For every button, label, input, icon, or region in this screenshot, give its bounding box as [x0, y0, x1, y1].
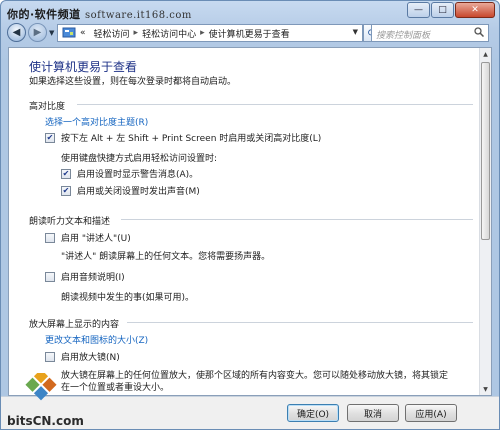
content-pane: 使计算机更易于查看 如果选择这些设置，则在每次登录时都将自动启动。 高对比度 选… — [8, 47, 492, 396]
control-panel-icon — [61, 26, 77, 40]
magnifier-checkbox[interactable] — [45, 351, 55, 362]
back-button[interactable]: ◀ — [7, 23, 26, 42]
ok-button[interactable]: 确定(O) — [287, 404, 339, 422]
breadcrumb-separator[interactable]: ▸ — [200, 28, 205, 38]
section-divider — [127, 322, 473, 323]
breadcrumb-ease-of-access-center[interactable]: 轻松访问中心 — [142, 27, 196, 40]
watermark-url: software.it168.com — [85, 10, 192, 21]
choose-high-contrast-theme-link[interactable]: 选择一个高对比度主题(R) — [45, 115, 148, 128]
warning-message-option[interactable]: ✔ 启用设置时显示警告消息(A)。 — [61, 167, 198, 180]
high-contrast-shortcut-checkbox[interactable]: ✔ — [45, 132, 55, 143]
audio-description-text: 朗读视频中发生的事(如果可用)。 — [61, 293, 195, 303]
magnifier-label[interactable]: 启用放大镜(N) — [61, 350, 120, 363]
shortcut-note: 使用键盘快捷方式启用轻松访问设置时: — [61, 154, 218, 164]
forward-button[interactable]: ▶ — [28, 23, 47, 42]
minimize-button[interactable]: — — [407, 2, 430, 18]
magnifier-description: 放大镜在屏幕上的任何位置放大，使那个区域的所有内容变大。您可以随处移动放大镜，将… — [61, 371, 449, 393]
sound-option[interactable]: ✔ 启用或关闭设置时发出声音(M) — [61, 184, 200, 197]
section-heading-magnify: 放大屏幕上显示的内容 — [29, 320, 120, 330]
warning-message-label[interactable]: 启用设置时显示警告消息(A)。 — [77, 167, 198, 180]
breadcrumb-current-page[interactable]: 使计算机更易于查看 — [209, 27, 290, 40]
page-description: 如果选择这些设置，则在每次登录时都将自动启动。 — [29, 77, 237, 87]
narrator-label[interactable]: 启用 "讲述人"(U) — [61, 231, 131, 244]
watermark: 你的·软件频道 software.it168.com — [7, 6, 192, 22]
sound-label[interactable]: 启用或关闭设置时发出声音(M) — [77, 184, 200, 197]
high-contrast-shortcut-option[interactable]: ✔ 按下左 Alt + 左 Shift + Print Screen 时启用或关… — [45, 131, 321, 144]
apply-button[interactable]: 应用(A) — [405, 404, 457, 422]
sound-checkbox[interactable]: ✔ — [61, 185, 71, 196]
section-heading-high-contrast: 高对比度 — [29, 102, 66, 112]
search-input[interactable]: 搜索控制面板 — [371, 24, 489, 42]
watermark-site: 你的·软件频道 — [7, 8, 81, 21]
address-prefix[interactable]: « — [80, 28, 86, 38]
section-divider — [77, 104, 473, 105]
warning-message-checkbox[interactable]: ✔ — [61, 168, 71, 179]
maximize-button[interactable]: □ — [431, 2, 454, 18]
caption-buttons: — □ ✕ — [406, 2, 495, 18]
navigation-bar: ◀ ▶ ▼ « 轻松访问 ▸ 轻松访问中心 ▸ 使计算机更易于查看 ▼ ⟳ 搜索… — [1, 23, 499, 43]
recent-pages-dropdown[interactable]: ▼ — [49, 29, 54, 37]
audio-description-checkbox[interactable] — [45, 271, 55, 282]
address-bar[interactable]: « 轻松访问 ▸ 轻松访问中心 ▸ 使计算机更易于查看 ▼ — [57, 24, 363, 42]
high-contrast-shortcut-label[interactable]: 按下左 Alt + 左 Shift + Print Screen 时启用或关闭高… — [61, 131, 321, 144]
section-heading-narrator: 朗读听力文本和描述 — [29, 217, 111, 227]
title-bar[interactable]: 你的·软件频道 software.it168.com — □ ✕ — [1, 1, 499, 23]
scrollbar-thumb[interactable] — [481, 62, 490, 240]
logo-text: bitsCN.com — [7, 414, 84, 428]
scroll-up-arrow[interactable]: ▲ — [480, 48, 491, 60]
magnifier-option[interactable]: 启用放大镜(N) — [45, 350, 120, 363]
search-placeholder: 搜索控制面板 — [376, 31, 431, 41]
breadcrumb-ease-of-access[interactable]: 轻松访问 — [94, 27, 130, 40]
page-title: 使计算机更易于查看 — [29, 60, 138, 74]
cancel-button[interactable]: 取消 — [347, 404, 399, 422]
breadcrumb-separator[interactable]: ▸ — [134, 28, 139, 38]
close-button[interactable]: ✕ — [455, 2, 495, 18]
control-panel-window: 你的·软件频道 software.it168.com — □ ✕ ◀ ▶ ▼ «… — [0, 0, 500, 430]
change-text-size-link[interactable]: 更改文本和图标的大小(Z) — [45, 333, 148, 346]
audio-description-option[interactable]: 启用音频说明(I) — [45, 270, 125, 283]
narrator-option[interactable]: 启用 "讲述人"(U) — [45, 231, 131, 244]
narrator-description: "讲述人" 朗读屏幕上的任何文本。您将需要扬声器。 — [61, 252, 271, 262]
vertical-scrollbar[interactable]: ▲ ▼ — [479, 48, 491, 395]
address-dropdown-icon[interactable]: ▼ — [353, 28, 358, 36]
section-divider — [121, 219, 473, 220]
scroll-down-arrow[interactable]: ▼ — [480, 383, 491, 395]
search-icon[interactable] — [474, 27, 485, 40]
audio-description-label[interactable]: 启用音频说明(I) — [61, 270, 125, 283]
narrator-checkbox[interactable] — [45, 232, 55, 243]
